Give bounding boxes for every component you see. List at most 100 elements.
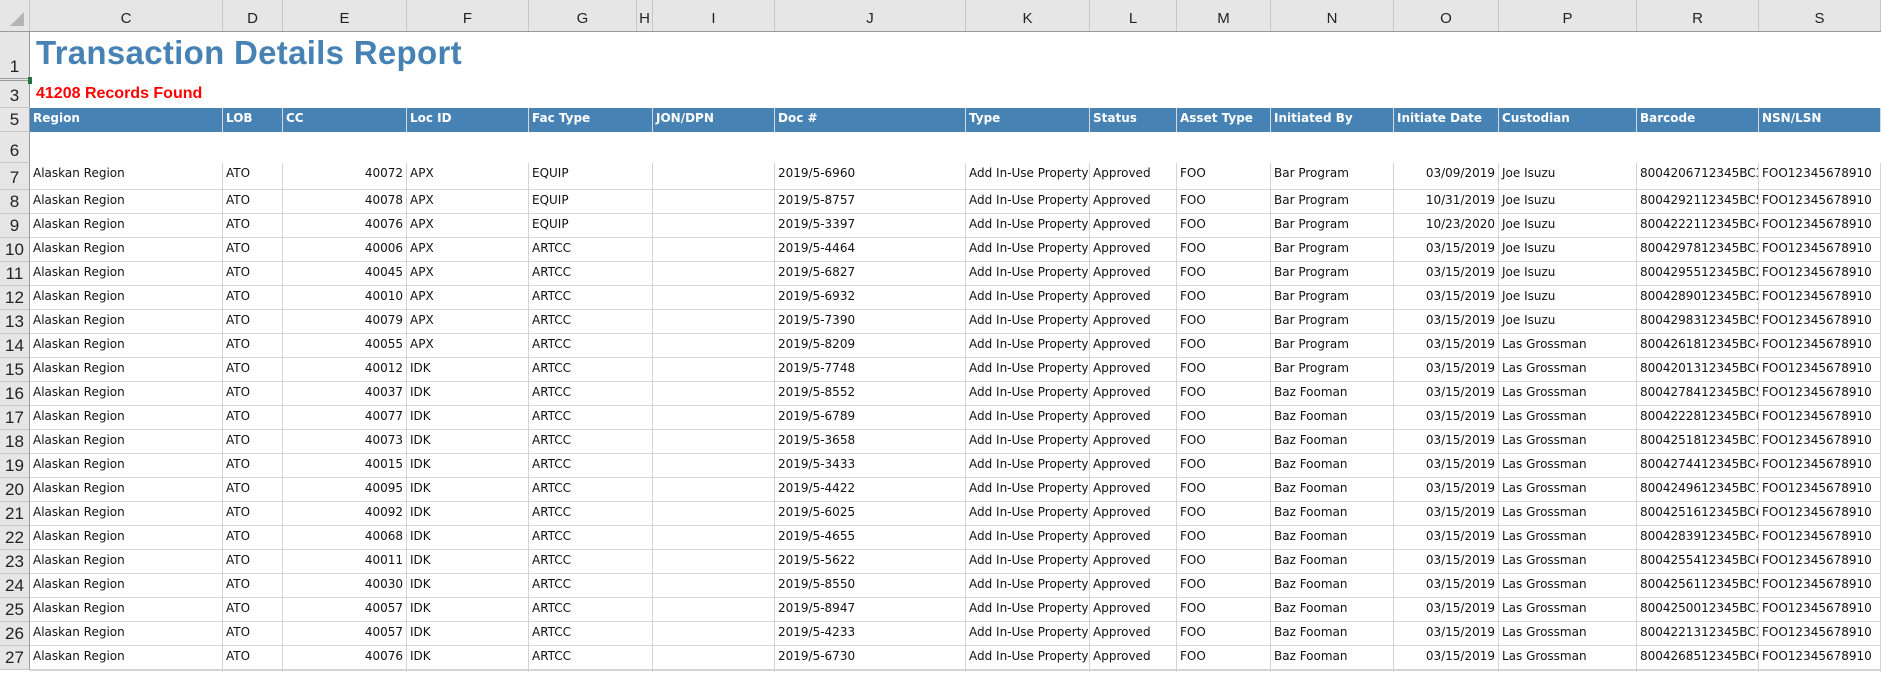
table-cell[interactable]: IDK	[407, 430, 529, 453]
table-cell[interactable]: FOO	[1177, 454, 1271, 477]
table-cell[interactable]: Las Grossman	[1499, 622, 1637, 645]
table-cell[interactable]: 03/15/2019	[1394, 238, 1499, 261]
table-cell[interactable]: ARTCC	[529, 598, 653, 621]
table-cell[interactable]: APX	[407, 163, 529, 189]
table-cell[interactable]: ARTCC	[529, 550, 653, 573]
table-cell[interactable]: Alaskan Region	[30, 670, 223, 672]
table-cell[interactable]: Add In-Use Property	[966, 574, 1090, 597]
table-cell[interactable]: APX	[407, 262, 529, 285]
row-header-20[interactable]: 20	[0, 478, 30, 502]
header-cell[interactable]: Custodian	[1499, 108, 1637, 132]
table-cell[interactable]: Approved	[1090, 574, 1177, 597]
table-cell[interactable]: Alaskan Region	[30, 622, 223, 645]
table-cell[interactable]: Add In-Use Property	[966, 310, 1090, 333]
table-cell[interactable]: ARTCC	[529, 238, 653, 261]
table-cell[interactable]: 40010	[283, 286, 407, 309]
table-cell[interactable]	[653, 190, 775, 213]
table-cell[interactable]: Baz Fooman	[1271, 430, 1394, 453]
table-cell[interactable]: 2019/5-4405	[775, 670, 966, 672]
table-cell[interactable]: 2019/5-4233	[775, 622, 966, 645]
table-cell[interactable]: 40079	[283, 310, 407, 333]
table-cell[interactable]: FOO	[1177, 262, 1271, 285]
table-cell[interactable]	[653, 622, 775, 645]
table-cell[interactable]: 40073	[283, 430, 407, 453]
table-cell[interactable]: FOO12345678910	[1759, 163, 1881, 189]
row-header-17[interactable]: 17	[0, 406, 30, 430]
table-cell[interactable]: Approved	[1090, 286, 1177, 309]
table-cell[interactable]: 03/15/2019	[1394, 526, 1499, 549]
table-cell[interactable]: 8004221312345BC3	[1637, 622, 1759, 645]
table-cell[interactable]: 8004222812345BC6	[1637, 406, 1759, 429]
table-cell[interactable]: 8004289012345BC2	[1637, 286, 1759, 309]
table-cell[interactable]: 8004251612345BC6	[1637, 502, 1759, 525]
table-cell[interactable]: Approved	[1090, 670, 1177, 672]
row-header-21[interactable]: 21	[0, 502, 30, 526]
table-cell[interactable]: Bar Program	[1271, 358, 1394, 381]
table-cell[interactable]: FOO12345678910	[1759, 382, 1881, 405]
table-cell[interactable]: Las Grossman	[1499, 478, 1637, 501]
table-cell[interactable]: APX	[407, 214, 529, 237]
table-cell[interactable]: Alaskan Region	[30, 406, 223, 429]
column-header-n[interactable]: N	[1271, 0, 1394, 31]
table-cell[interactable]: IDK	[407, 574, 529, 597]
table-cell[interactable]: 40057	[283, 598, 407, 621]
table-cell[interactable]: Las Grossman	[1499, 598, 1637, 621]
column-header-r[interactable]: R	[1637, 0, 1759, 31]
table-cell[interactable]: EQUIP	[529, 190, 653, 213]
table-cell[interactable]: ARTCC	[529, 406, 653, 429]
row-header-3[interactable]: 3	[0, 79, 30, 108]
table-cell[interactable]: 40006	[283, 238, 407, 261]
table-cell[interactable]: Baz Fooman	[1271, 670, 1394, 672]
table-cell[interactable]: ARTCC	[529, 310, 653, 333]
table-cell[interactable]: ATO	[223, 574, 283, 597]
table-cell[interactable]	[653, 478, 775, 501]
table-cell[interactable]	[653, 163, 775, 189]
table-cell[interactable]: 40057	[283, 622, 407, 645]
table-cell[interactable]: Add In-Use Property	[966, 358, 1090, 381]
table-cell[interactable]: ATO	[223, 334, 283, 357]
table-cell[interactable]: FOO	[1177, 358, 1271, 381]
table-cell[interactable]: 40078	[283, 190, 407, 213]
table-cell[interactable]: 2019/5-8757	[775, 190, 966, 213]
table-cell[interactable]: ARTCC	[529, 262, 653, 285]
column-header-p[interactable]: P	[1499, 0, 1637, 31]
table-cell[interactable]: 10/23/2020	[1394, 214, 1499, 237]
table-cell[interactable]: 8004274412345BC4	[1637, 454, 1759, 477]
table-cell[interactable]: APX	[407, 334, 529, 357]
table-cell[interactable]: 8004249612345BC1	[1637, 478, 1759, 501]
table-cell[interactable]: 8004283912345BC4	[1637, 526, 1759, 549]
table-cell[interactable]: ARTCC	[529, 646, 653, 669]
table-cell[interactable]: 2019/5-8947	[775, 598, 966, 621]
table-cell[interactable]: 40055	[283, 334, 407, 357]
header-cell[interactable]: Type	[966, 108, 1090, 132]
table-cell[interactable]: FOO	[1177, 478, 1271, 501]
table-cell[interactable]: Alaskan Region	[30, 574, 223, 597]
table-cell[interactable]: Alaskan Region	[30, 598, 223, 621]
header-cell[interactable]: Fac Type	[529, 108, 653, 132]
table-cell[interactable]: Add In-Use Property	[966, 406, 1090, 429]
table-cell[interactable]: Approved	[1090, 382, 1177, 405]
row-header-25[interactable]: 25	[0, 598, 30, 622]
table-cell[interactable]	[653, 214, 775, 237]
table-cell[interactable]: FOO	[1177, 382, 1271, 405]
column-header-g[interactable]: G	[529, 0, 637, 31]
table-cell[interactable]: APX	[407, 310, 529, 333]
table-cell[interactable]: Las Grossman	[1499, 574, 1637, 597]
table-cell[interactable]: Alaskan Region	[30, 238, 223, 261]
table-cell[interactable]: FOO12345678910	[1759, 334, 1881, 357]
table-cell[interactable]: Joe Isuzu	[1499, 286, 1637, 309]
table-cell[interactable]: 03/15/2019	[1394, 334, 1499, 357]
table-cell[interactable]: 03/15/2019	[1394, 598, 1499, 621]
header-cell[interactable]: Initiated By	[1271, 108, 1394, 132]
table-cell[interactable]: Alaskan Region	[30, 382, 223, 405]
table-cell[interactable]: 03/15/2019	[1394, 502, 1499, 525]
table-cell[interactable]: Alaskan Region	[30, 502, 223, 525]
column-header-s[interactable]: S	[1759, 0, 1881, 31]
table-cell[interactable]: ARTCC	[529, 382, 653, 405]
table-cell[interactable]: Joe Isuzu	[1499, 310, 1637, 333]
table-cell[interactable]: Alaskan Region	[30, 334, 223, 357]
table-cell[interactable]: 2019/5-8552	[775, 382, 966, 405]
table-cell[interactable]: IDK	[407, 502, 529, 525]
table-cell[interactable]: ATO	[223, 214, 283, 237]
header-cell[interactable]: Asset Type	[1177, 108, 1271, 132]
